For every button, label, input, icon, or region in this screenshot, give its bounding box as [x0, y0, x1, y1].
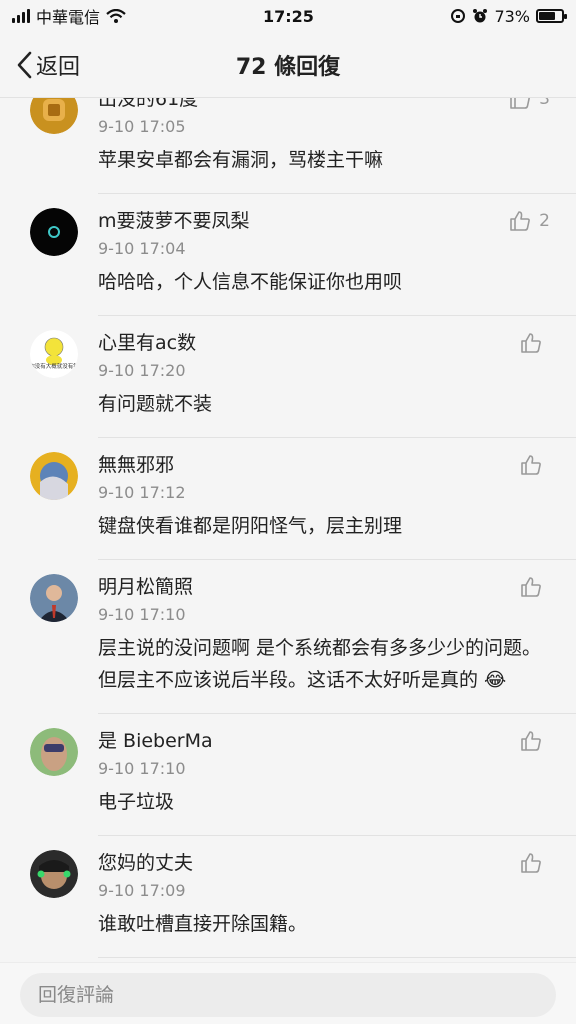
comment-time: 9-10 17:10 — [98, 605, 186, 624]
comment-username[interactable]: 您妈的丈夫 — [98, 850, 556, 876]
avatar[interactable] — [30, 728, 78, 776]
thumbs-up-icon — [510, 98, 531, 109]
navigation-bar: 返回 72 條回復 — [0, 32, 576, 98]
like-count: 3 — [539, 98, 550, 109]
comment-list[interactable]: 出没的61度 9-10 17:05 苹果安卓都会有漏洞，骂楼主干嘛 3 m要菠萝不要凤梨… — [0, 98, 576, 962]
thumbs-up-icon — [521, 455, 541, 475]
comment-text: 电子垃圾 — [98, 791, 175, 813]
like-button[interactable] — [520, 728, 550, 754]
comment-item[interactable]: 是 BieberMa 9-10 17:10 电子垃圾 — [0, 714, 576, 836]
signal-icon — [12, 9, 30, 23]
avatar-sticker-text: 你没有大概就没有钱 — [30, 362, 78, 370]
thumbs-up-icon — [521, 853, 541, 873]
thumbs-up-icon — [510, 211, 531, 231]
comment-text: 键盘侠看谁都是阴阳怪气，层主别理 — [98, 515, 403, 537]
comment-text: 苹果安卓都会有漏洞，骂楼主干嘛 — [98, 149, 384, 171]
comment-item[interactable]: m要菠萝不要凤梨 9-10 17:04 哈哈哈，个人信息不能保证你也用呗 2 — [0, 194, 576, 316]
comment-item[interactable]: 你没有大概就没有钱 心里有ac数 9-10 17:20 有问题就不装 — [0, 316, 576, 438]
like-button[interactable] — [520, 452, 550, 478]
comment-username[interactable]: m要菠萝不要凤梨 — [98, 208, 556, 234]
comment-item[interactable]: 出没的61度 9-10 17:05 苹果安卓都会有漏洞，骂楼主干嘛 3 — [0, 98, 576, 194]
comment-username[interactable]: 明月松簡照 — [98, 574, 556, 600]
back-label: 返回 — [36, 55, 81, 80]
comment-time: 9-10 17:04 — [98, 239, 186, 258]
rotation-lock-icon — [451, 9, 466, 23]
alarm-icon — [473, 9, 488, 23]
clock: 17:25 — [263, 6, 314, 26]
reply-input[interactable]: 回復評論 — [20, 973, 556, 1017]
comment-item[interactable]: 明月松簡照 9-10 17:10 层主说的没问题啊 是个系统都会有多多少少的问题。但… — [0, 560, 576, 714]
thumbs-up-icon — [521, 577, 541, 597]
avatar[interactable]: 你没有大概就没有钱 — [30, 330, 78, 378]
chevron-left-icon — [17, 51, 32, 79]
like-button[interactable] — [520, 574, 550, 600]
comment-time: 9-10 17:05 — [98, 117, 186, 136]
avatar[interactable] — [30, 208, 78, 256]
comment-time: 9-10 17:09 — [98, 881, 186, 900]
status-bar: 中華電信 17:25 73% — [0, 0, 576, 32]
status-left: 中華電信 — [12, 4, 126, 28]
battery-percent: 73% — [494, 6, 530, 26]
comment-text: 层主说的没问题啊 是个系统都会有多多少少的问题。但层主不应该说后半段。这话不太好… — [98, 637, 542, 691]
like-button[interactable]: 2 — [509, 208, 550, 234]
comment-text: 有问题就不装 — [98, 393, 213, 415]
battery-icon — [536, 9, 567, 23]
comment-time: 9-10 17:10 — [98, 759, 186, 778]
comment-item[interactable]: 您妈的丈夫 9-10 17:09 谁敢吐槽直接开除国籍。 — [0, 836, 576, 958]
avatar[interactable] — [30, 850, 78, 898]
status-right: 73% — [450, 6, 567, 26]
like-button[interactable] — [520, 330, 550, 356]
like-button[interactable] — [520, 850, 550, 876]
thumbs-up-icon — [521, 731, 541, 751]
comment-username[interactable]: 出没的61度 — [98, 98, 556, 112]
comment-text: 谁敢吐槽直接开除国籍。 — [98, 913, 308, 935]
page-title: 72 條回復 — [235, 54, 341, 80]
like-button[interactable]: 3 — [509, 98, 550, 112]
comment-username[interactable]: 是 BieberMa — [98, 728, 556, 754]
avatar[interactable] — [30, 452, 78, 500]
comment-time: 9-10 17:20 — [98, 361, 186, 380]
like-count: 2 — [539, 211, 550, 231]
wifi-icon — [106, 9, 126, 23]
comment-username[interactable]: 心里有ac数 — [98, 330, 556, 356]
avatar[interactable] — [30, 98, 78, 134]
comment-item[interactable]: 無無邪邪 9-10 17:12 键盘侠看谁都是阴阳怪气，层主别理 — [0, 438, 576, 560]
comment-username[interactable]: 無無邪邪 — [98, 452, 556, 478]
carrier-label: 中華電信 — [36, 8, 101, 27]
back-button[interactable]: 返回 — [16, 32, 80, 98]
avatar[interactable] — [30, 574, 78, 622]
comment-text: 哈哈哈，个人信息不能保证你也用呗 — [98, 271, 403, 293]
comment-time: 9-10 17:12 — [98, 483, 186, 502]
thumbs-up-icon — [521, 333, 541, 353]
reply-bar: 回復評論 — [0, 962, 576, 1024]
